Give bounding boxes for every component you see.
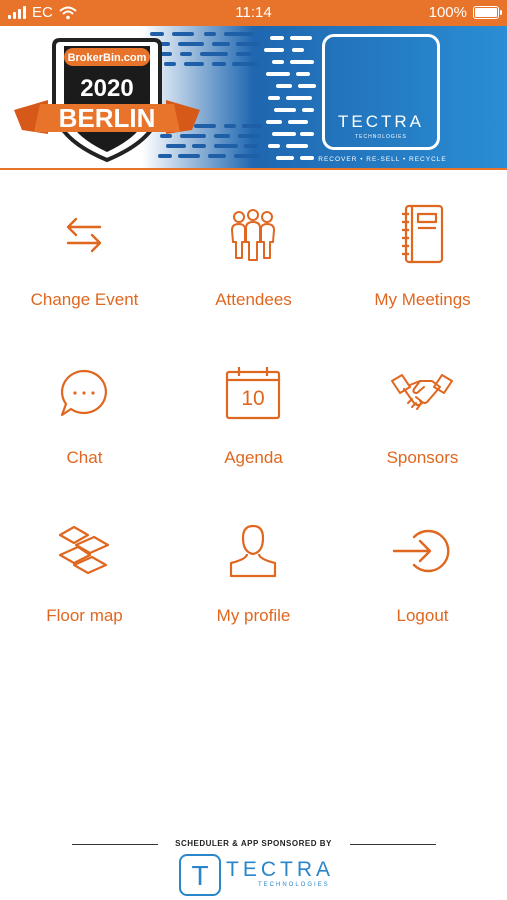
calendar-icon: 10 — [223, 358, 283, 428]
layers-map-icon — [54, 516, 114, 586]
menu-label-change-event: Change Event — [30, 290, 139, 309]
badge-site-text: BrokerBin.com — [68, 52, 147, 64]
footer-logo-letter: T — [191, 860, 208, 891]
menu-item-change-event[interactable]: Change Event — [0, 200, 169, 330]
notebook-icon — [392, 200, 452, 270]
footer-sponsor-name: TECTRA — [226, 858, 334, 881]
menu-item-chat[interactable]: Chat — [0, 358, 169, 488]
menu-item-floor-map[interactable]: Floor map — [0, 516, 169, 646]
tectra-logo-frame — [322, 34, 440, 150]
menu-label-logout: Logout — [396, 606, 449, 625]
menu-label-my-meetings: My Meetings — [374, 290, 471, 309]
event-badge: BrokerBin.com 2020 BERLIN — [14, 38, 200, 163]
menu-label-sponsors: Sponsors — [386, 448, 459, 467]
menu-label-attendees: Attendees — [215, 290, 292, 309]
tectra-tagline: RECOVER • RE-SELL • RECYCLE — [318, 156, 447, 163]
menu-item-sponsors[interactable]: Sponsors — [338, 358, 507, 488]
swap-arrows-icon — [54, 200, 114, 270]
tectra-footer-logo-icon: T — [179, 854, 221, 896]
tectra-logo-name: TECTRA — [338, 112, 424, 131]
handshake-icon — [384, 358, 460, 428]
menu-label-my-profile: My profile — [216, 606, 291, 625]
tectra-logo-sub: TECHNOLOGIES — [355, 134, 407, 140]
menu-item-logout[interactable]: Logout — [338, 516, 507, 646]
badge-year-text: 2020 — [80, 75, 133, 102]
chat-bubble-icon — [54, 358, 114, 428]
menu-label-chat: Chat — [66, 448, 103, 467]
event-banner: BrokerBin.com 2020 BERLIN TECTRA TECHNOL… — [0, 26, 507, 168]
menu-item-attendees[interactable]: Attendees — [169, 200, 338, 330]
sponsor-footer: SCHEDULER & APP SPONSORED BY T TECTRA TE… — [0, 830, 507, 900]
menu-label-floor-map: Floor map — [46, 606, 123, 625]
footer-sponsor-sub: TECHNOLOGIES — [258, 882, 330, 888]
menu-label-agenda: Agenda — [224, 448, 283, 467]
menu-item-my-meetings[interactable]: My Meetings — [338, 200, 507, 330]
user-profile-icon — [223, 516, 283, 586]
menu-item-my-profile[interactable]: My profile — [169, 516, 338, 646]
badge-city-text: BERLIN — [59, 103, 156, 133]
people-group-icon — [223, 200, 283, 270]
menu-item-agenda[interactable]: 10 Agenda — [169, 358, 338, 488]
calendar-day: 10 — [241, 387, 265, 410]
status-right: 100% — [428, 4, 502, 21]
status-bar: EC 11:14 100% — [0, 0, 507, 26]
banner-divider — [0, 168, 507, 170]
footer-caption: SCHEDULER & APP SPONSORED BY — [175, 839, 332, 848]
battery-percent: 100% — [428, 4, 467, 21]
battery-icon — [473, 6, 502, 19]
logout-icon — [392, 516, 452, 586]
